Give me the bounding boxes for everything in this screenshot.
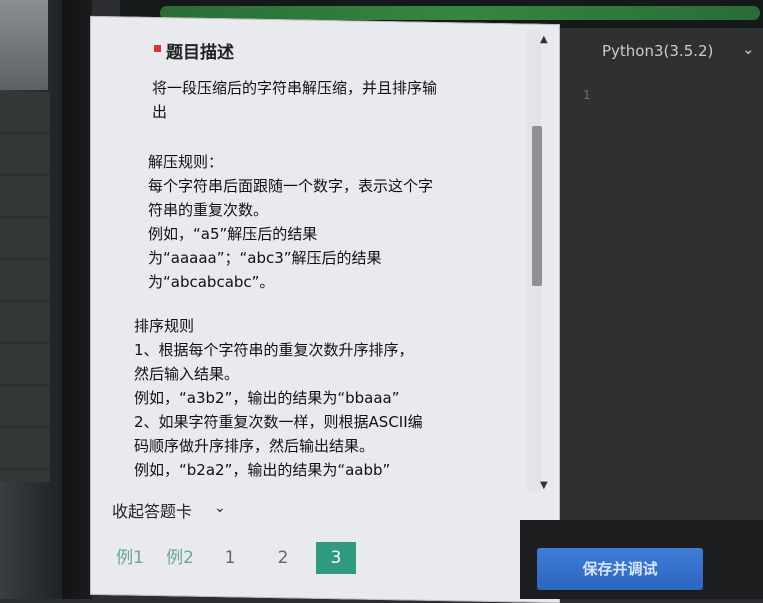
problem-title: 题目描述	[166, 43, 234, 63]
scrollbar-thumb[interactable]	[532, 126, 542, 286]
save-and-debug-button[interactable]: 保存并调试	[537, 548, 703, 590]
line-number: 1	[583, 88, 591, 102]
title-marker-icon	[154, 45, 161, 52]
tab-question-3[interactable]: 3	[316, 542, 356, 574]
chevron-down-icon[interactable]: ⌄	[214, 500, 226, 516]
tab-example-1[interactable]: 例1	[112, 542, 148, 574]
tab-question-2[interactable]: 2	[272, 542, 294, 574]
decompress-rules: 解压规则： 每个字符串后面跟随一个数字，表示这个字 符串的重复次数。 例如，“a…	[148, 153, 434, 291]
sort-rules: 排序规则 1、根据每个字符串的重复次数升序排序， 然后输入结果。 例如，“a3b…	[134, 317, 423, 479]
background-panel	[0, 92, 50, 482]
problem-intro: 将一段压缩后的字符串解压缩，并且排序输 出	[152, 79, 438, 121]
scroll-down-icon[interactable]: ▼	[540, 480, 548, 491]
tab-example-2[interactable]: 例2	[160, 542, 200, 574]
collapse-answer-card-button[interactable]: 收起答题卡	[112, 498, 192, 522]
scroll-up-icon[interactable]: ▲	[540, 34, 548, 45]
chevron-down-icon[interactable]: ⌄	[742, 40, 755, 58]
language-select[interactable]: Python3(3.5.2)	[602, 42, 713, 60]
screen-edge	[62, 0, 92, 599]
background-window	[0, 0, 48, 90]
tab-question-1[interactable]: 1	[220, 542, 240, 574]
